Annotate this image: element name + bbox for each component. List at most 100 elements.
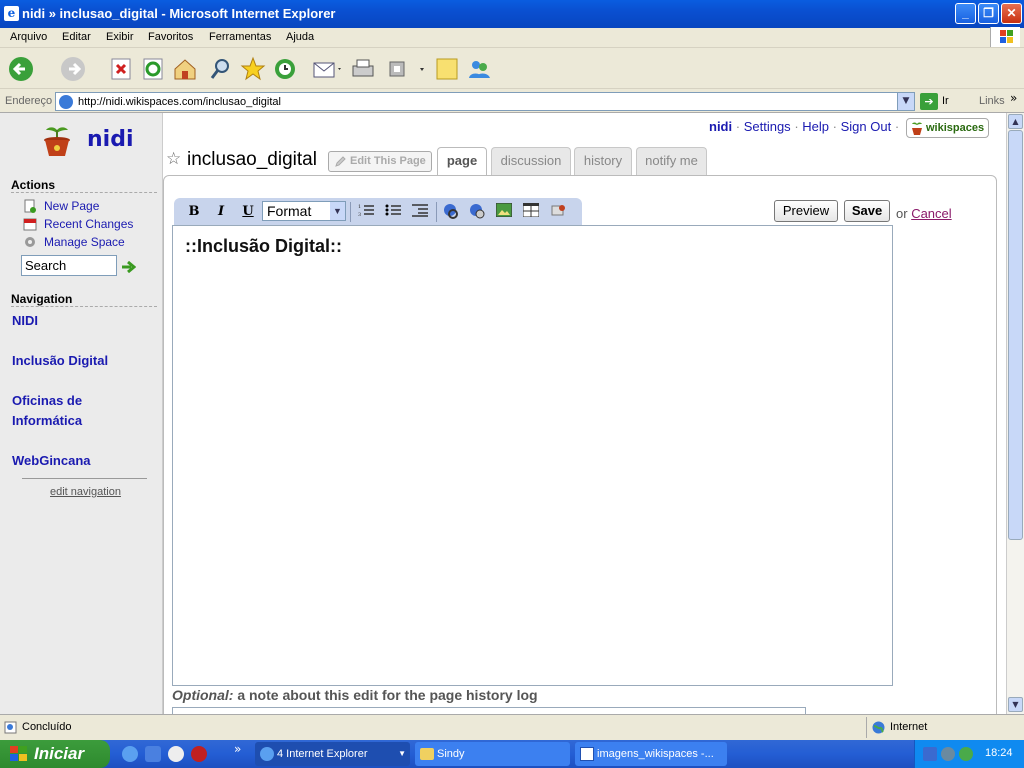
- start-button[interactable]: Iniciar: [0, 740, 110, 768]
- site-name[interactable]: nidi: [87, 127, 134, 152]
- link-icon[interactable]: [441, 203, 461, 221]
- tab-discussion[interactable]: discussion: [491, 147, 571, 175]
- menu-exibir[interactable]: Exibir: [106, 31, 134, 43]
- nav-link-webgincana[interactable]: WebGincana: [12, 451, 91, 471]
- editor-textarea[interactable]: ::Inclusão Digital::: [172, 225, 893, 686]
- wikispaces-badge[interactable]: wikispaces: [906, 118, 989, 138]
- table-icon[interactable]: [521, 202, 541, 221]
- quicklaunch-ie-icon[interactable]: [122, 746, 138, 762]
- image-icon[interactable]: [494, 202, 514, 221]
- print-button[interactable]: [350, 56, 376, 82]
- menu-editar[interactable]: Editar: [62, 31, 91, 43]
- save-button[interactable]: Save: [844, 200, 890, 222]
- search-go-arrow-icon[interactable]: [121, 261, 136, 273]
- nav-link-nidi[interactable]: NIDI: [12, 311, 38, 331]
- divider: [866, 717, 867, 738]
- quicklaunch-ie2-icon[interactable]: [145, 746, 161, 762]
- volume-icon[interactable]: [941, 747, 955, 761]
- edit-navigation-link[interactable]: edit navigation: [50, 486, 121, 498]
- forward-button[interactable]: [60, 56, 86, 82]
- help-link[interactable]: Help: [802, 119, 829, 134]
- address-bar: Endereço http://nidi.wikispaces.com/incl…: [0, 90, 1024, 113]
- mail-button[interactable]: [312, 56, 341, 82]
- tab-page[interactable]: page: [437, 147, 487, 177]
- back-button[interactable]: [8, 56, 34, 82]
- clock[interactable]: 18:24: [985, 747, 1013, 759]
- user-link[interactable]: nidi: [709, 119, 732, 134]
- or-text: or: [896, 206, 908, 221]
- menu-arquivo[interactable]: Arquivo: [10, 31, 47, 43]
- edit-button[interactable]: [386, 56, 424, 82]
- scroll-down-icon[interactable]: ▼: [1008, 697, 1023, 712]
- menu-ferramentas[interactable]: Ferramentas: [209, 31, 271, 43]
- bold-button[interactable]: B: [184, 203, 204, 221]
- preview-button[interactable]: Preview: [774, 200, 838, 222]
- tab-history[interactable]: history: [574, 147, 632, 175]
- format-select[interactable]: Format ▼: [262, 201, 346, 221]
- taskbar-button-sindy[interactable]: Sindy: [415, 742, 570, 766]
- links-button[interactable]: Links: [979, 95, 1005, 107]
- underline-button[interactable]: U: [238, 203, 258, 221]
- maximize-button[interactable]: ❐: [978, 3, 999, 24]
- indent-icon[interactable]: [410, 203, 430, 221]
- menu-favoritos[interactable]: Favoritos: [148, 31, 193, 43]
- messenger-icon[interactable]: [959, 747, 973, 761]
- history-button[interactable]: [272, 56, 298, 82]
- separator: ·: [794, 119, 799, 134]
- address-url[interactable]: http://nidi.wikispaces.com/inclusao_digi…: [78, 96, 281, 108]
- actions-heading: Actions: [11, 178, 56, 192]
- chevron-right-icon[interactable]: »: [1010, 91, 1017, 105]
- pencil-icon: [335, 156, 346, 167]
- scroll-up-icon[interactable]: ▲: [1008, 114, 1023, 129]
- address-dropdown-icon[interactable]: ▼: [897, 93, 914, 110]
- chevron-right-icon[interactable]: »: [234, 742, 241, 756]
- network-icon[interactable]: [923, 747, 937, 761]
- edit-note-input[interactable]: [172, 707, 806, 714]
- tab-notify-me[interactable]: notify me: [636, 147, 707, 175]
- widget-icon[interactable]: [548, 203, 568, 221]
- separator: ·: [832, 119, 837, 134]
- vertical-scrollbar[interactable]: ▲ ▼: [1006, 113, 1024, 714]
- edit-this-page-button[interactable]: Edit This Page: [328, 151, 432, 172]
- bullet-list-icon[interactable]: [383, 203, 403, 221]
- go-button[interactable]: Ir: [942, 95, 949, 107]
- sign-out-link[interactable]: Sign Out: [841, 119, 892, 134]
- numbered-list-icon[interactable]: 13: [356, 203, 376, 221]
- taskbar-button-word[interactable]: imagens_wikispaces -...: [575, 742, 727, 766]
- page-done-icon: [4, 721, 17, 734]
- messenger-button[interactable]: [466, 56, 492, 82]
- menu-ajuda[interactable]: Ajuda: [286, 31, 314, 43]
- refresh-button[interactable]: [140, 56, 166, 82]
- editor-panel: B I U Format ▼ 13 Preview Save or Cancel …: [163, 175, 997, 714]
- minimize-button[interactable]: _: [955, 3, 976, 24]
- nav-link-inclusao-digital[interactable]: Inclusão Digital: [12, 351, 108, 371]
- address-input[interactable]: http://nidi.wikispaces.com/inclusao_digi…: [55, 92, 915, 111]
- nav-link-oficinas[interactable]: Oficinas de Informática: [12, 391, 102, 431]
- title-bar: e nidi » inclusao_digital - Microsoft In…: [0, 0, 1024, 28]
- home-button[interactable]: [172, 56, 198, 82]
- close-button[interactable]: ✕: [1001, 3, 1022, 24]
- cancel-link[interactable]: Cancel: [911, 206, 951, 221]
- sidebar: nidi Actions New Page Recent Changes Man…: [0, 113, 163, 714]
- ie-icon: e: [4, 6, 19, 21]
- chevron-down-icon: ▼: [398, 749, 406, 758]
- svg-text:3: 3: [358, 212, 361, 217]
- settings-link[interactable]: Settings: [744, 119, 791, 134]
- go-arrow-icon[interactable]: ➔: [920, 93, 938, 110]
- taskbar-button-ie[interactable]: 4 Internet Explorer ▼: [255, 742, 410, 766]
- search-button[interactable]: [208, 56, 234, 82]
- quicklaunch-media-icon[interactable]: [168, 746, 184, 762]
- search-input[interactable]: Search: [21, 255, 117, 276]
- external-link-icon[interactable]: [467, 203, 487, 221]
- editor-content[interactable]: ::Inclusão Digital::: [185, 236, 342, 257]
- separator: ·: [894, 119, 900, 134]
- italic-button[interactable]: I: [211, 203, 231, 221]
- divider: [22, 478, 147, 479]
- star-icon[interactable]: ☆: [166, 149, 181, 169]
- quicklaunch-app-icon[interactable]: [191, 746, 207, 762]
- stop-button[interactable]: [108, 56, 134, 82]
- note-button[interactable]: [434, 56, 460, 82]
- system-tray: 18:24: [914, 740, 1024, 768]
- scroll-thumb[interactable]: [1008, 130, 1023, 540]
- favorites-button[interactable]: [240, 56, 266, 82]
